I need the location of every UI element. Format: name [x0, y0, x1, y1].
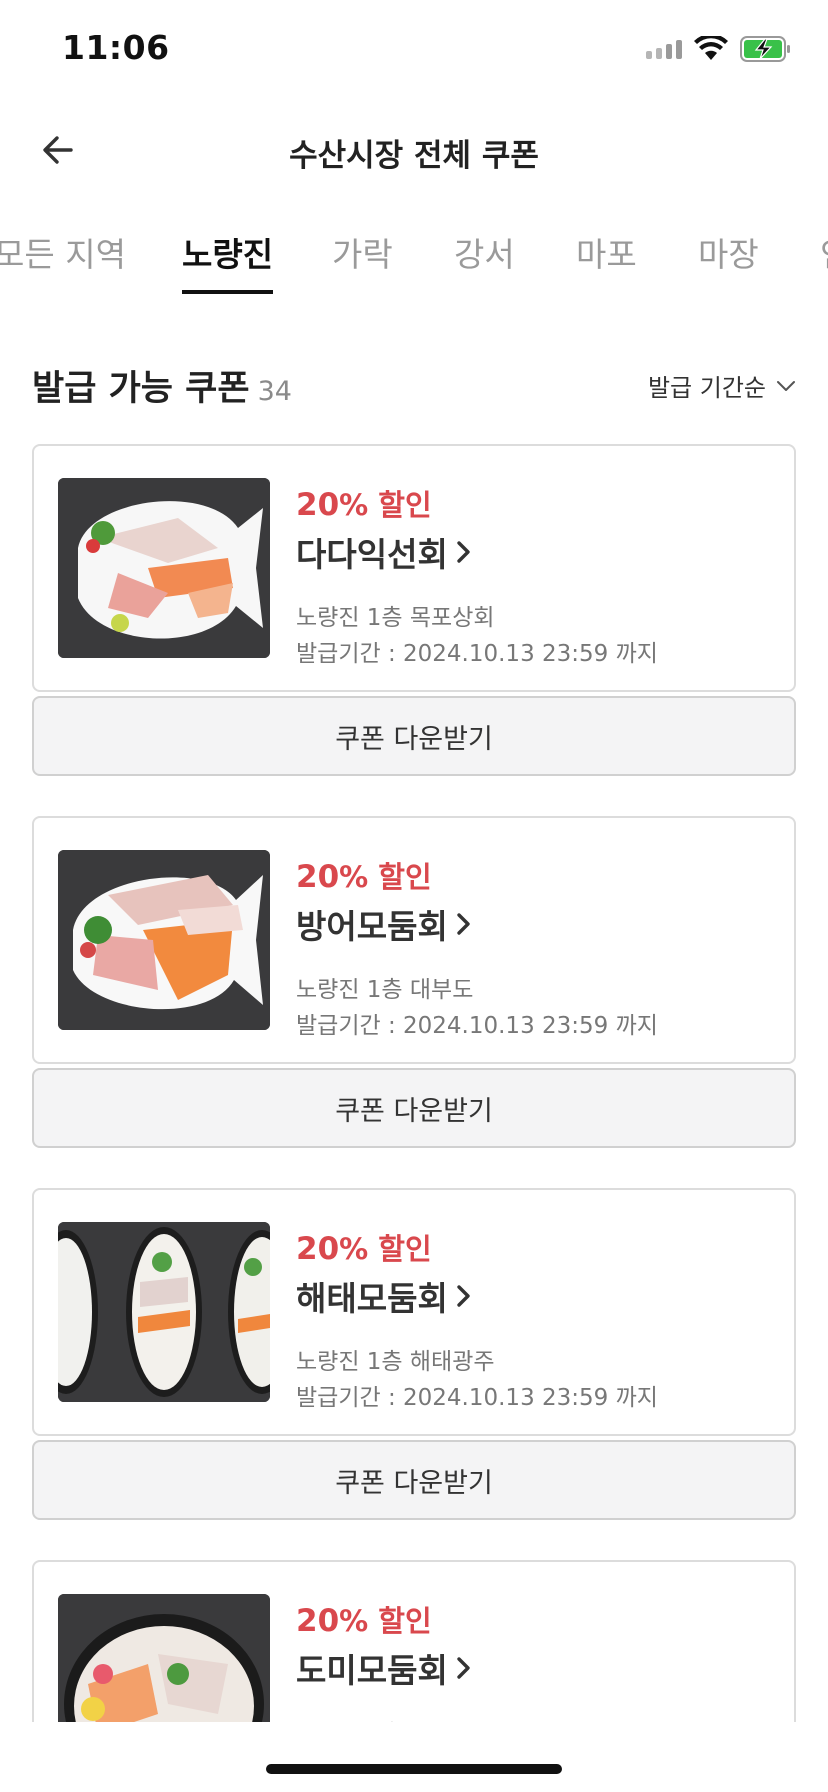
sashimi-platter-image [58, 1222, 270, 1402]
store-name: 방어모둠회 [296, 907, 448, 946]
tab-gangseo[interactable]: 강서 [454, 228, 515, 294]
store-location: 노량진 1층 대부도 [296, 977, 474, 1003]
bottom-safe-area [0, 1722, 828, 1792]
status-bar: 11:06 [0, 0, 828, 100]
coupon-card[interactable]: 20% 할인 방어모둠회 노량진 1층 대부도 발급기간 : 2024.10.1… [32, 816, 796, 1064]
home-indicator[interactable] [266, 1764, 562, 1774]
wifi-icon [694, 36, 728, 60]
store-name-link[interactable]: 방어모둠회 [296, 900, 472, 948]
store-location: 노량진 1층 해태광주 [296, 1349, 495, 1375]
chevron-down-icon [777, 380, 795, 391]
chevron-right-icon [457, 913, 470, 935]
store-name-link[interactable]: 도미모둠회 [296, 1644, 472, 1692]
tab-incheon[interactable]: 인 [820, 228, 828, 294]
coupon-item: 20% 할인 해태모둠회 노량진 1층 해태광주 발급기간 : 2024.10.… [32, 1188, 796, 1520]
discount-label: 20% 할인 [296, 487, 432, 523]
coupon-item: 20% 할인 다다익선회 노량진 1층 목포상회 발급기간 : 2024.10.… [32, 444, 796, 776]
coupon-card[interactable]: 20% 할인 해태모둠회 노량진 1층 해태광주 발급기간 : 2024.10.… [32, 1188, 796, 1436]
sashimi-platter-image [58, 850, 270, 1030]
tab-majang[interactable]: 마장 [698, 228, 759, 294]
issue-period: 발급기간 : 2024.10.13 23:59 까지 [296, 1385, 658, 1411]
discount-label: 20% 할인 [296, 1231, 432, 1267]
page-title: 수산시장 전체 쿠폰 [289, 138, 539, 174]
chevron-right-icon [457, 541, 470, 563]
discount-label: 20% 할인 [296, 859, 432, 895]
coupon-download-button[interactable]: 쿠폰 다운받기 [32, 1068, 796, 1148]
tab-all-regions[interactable]: 모든 지역 [0, 228, 126, 294]
screen: 11:06 수산시장 전체 쿠폰 모든 지역 노량진 가락 강서 마포 마장 발… [0, 0, 828, 1792]
chevron-right-icon [457, 1285, 470, 1307]
coupon-download-button[interactable]: 쿠폰 다운받기 [32, 696, 796, 776]
tab-garak[interactable]: 가락 [332, 228, 393, 294]
coupon-download-button[interactable]: 쿠폰 다운받기 [32, 1440, 796, 1520]
coupon-item: 20% 할인 방어모둠회 노량진 1층 대부도 발급기간 : 2024.10.1… [32, 816, 796, 1148]
coupon-card[interactable]: 20% 할인 다다익선회 노량진 1층 목포상회 발급기간 : 2024.10.… [32, 444, 796, 692]
coupon-count: 34 [257, 376, 292, 407]
discount-label: 20% 할인 [296, 1603, 432, 1639]
status-time: 11:06 [62, 28, 170, 67]
status-icons [646, 34, 792, 64]
store-name-link[interactable]: 다다익선회 [296, 528, 472, 576]
issue-period: 발급기간 : 2024.10.13 23:59 까지 [296, 641, 658, 667]
tab-noryangjin[interactable]: 노량진 [182, 228, 274, 294]
store-name-link[interactable]: 해태모둠회 [296, 1272, 472, 1320]
battery-charging-icon [740, 36, 790, 62]
store-name: 해태모둠회 [296, 1279, 448, 1318]
store-name: 도미모둠회 [296, 1651, 448, 1690]
sashimi-platter-image [58, 478, 270, 658]
cellular-signal-icon [646, 39, 682, 59]
issue-period: 발급기간 : 2024.10.13 23:59 까지 [296, 1013, 658, 1039]
store-name: 다다익선회 [296, 535, 448, 574]
tab-mapo[interactable]: 마포 [576, 228, 637, 294]
sort-label: 발급 기간순 [647, 374, 766, 402]
chevron-right-icon [457, 1657, 470, 1679]
section-title: 발급 가능 쿠폰 [32, 369, 250, 409]
nav-header: 수산시장 전체 쿠폰 [0, 110, 828, 190]
section-header: 발급 가능 쿠폰 34 발급 기간순 [32, 360, 796, 420]
sort-dropdown[interactable]: 발급 기간순 [648, 368, 796, 403]
store-location: 노량진 1층 목포상회 [296, 605, 495, 631]
